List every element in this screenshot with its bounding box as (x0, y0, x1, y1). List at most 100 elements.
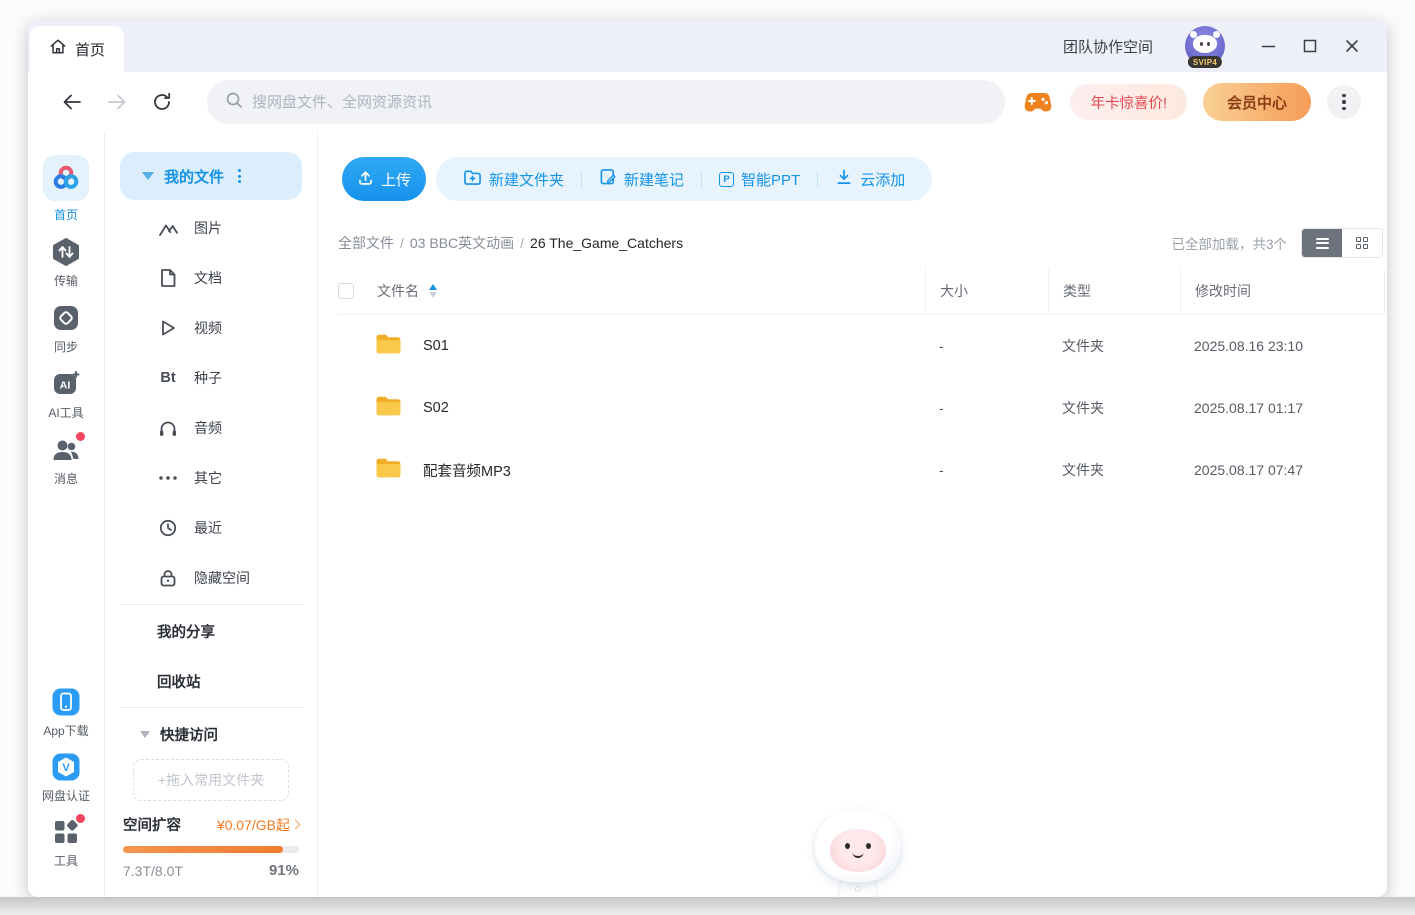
list-view-button[interactable] (1302, 229, 1342, 257)
sidebar-item-documents[interactable]: 文档 (120, 253, 302, 303)
search-icon (225, 91, 243, 114)
maximize-button[interactable] (1289, 31, 1331, 61)
cloud-add-label: 云添加 (860, 169, 905, 190)
sidebar-item-other[interactable]: 其它 (120, 453, 302, 503)
rail-label-app-download: App下载 (43, 722, 88, 739)
breadcrumb-row: 全部文件 / 03 BBC英文动画 / 26 The_Game_Catchers… (338, 228, 1387, 258)
load-status-text: 已全部加载，共3个 (1171, 233, 1287, 253)
sidebar-item-my-files[interactable]: 我的文件 (120, 152, 302, 200)
storage-upgrade-link[interactable]: ¥0.07/GB起 (217, 815, 299, 835)
videos-icon (157, 318, 179, 338)
file-modified: 2025.08.17 01:17 (1180, 400, 1385, 416)
column-header-modified[interactable]: 修改时间 (1180, 268, 1385, 314)
forward-button[interactable] (99, 84, 135, 120)
user-avatar[interactable]: SVIP4 (1185, 26, 1225, 66)
minimize-button[interactable] (1247, 31, 1289, 61)
rail-label-sync: 同步 (54, 338, 78, 355)
torrents-label: 种子 (194, 368, 222, 388)
rail-item-tools[interactable]: 工具 (51, 817, 81, 869)
rail-label-ai-tools: AI工具 (48, 404, 83, 421)
folder-icon (375, 333, 402, 360)
upload-icon (357, 169, 374, 190)
column-header-type[interactable]: 类型 (1048, 268, 1180, 314)
new-note-button[interactable]: 新建笔记 (582, 157, 701, 201)
sync-icon (51, 303, 81, 333)
sidebar-item-pictures[interactable]: 图片 (120, 203, 302, 253)
messages-notification-dot (76, 432, 85, 441)
refresh-button[interactable] (144, 84, 180, 120)
smart-ppt-button[interactable]: P 智能PPT (702, 157, 817, 201)
annual-card-promo-button[interactable]: 年卡惊喜价! (1070, 84, 1187, 120)
more-menu-button[interactable] (1327, 85, 1361, 119)
sidebar-item-audio[interactable]: 音频 (120, 403, 302, 453)
rail-item-home[interactable]: 首页 (43, 155, 89, 223)
table-row[interactable]: S02 - 文件夹 2025.08.17 01:17 (338, 377, 1385, 439)
file-type: 文件夹 (1048, 460, 1180, 480)
my-files-menu-icon[interactable] (234, 165, 245, 187)
browser-bar: 年卡惊喜价! 会员中心 (28, 72, 1387, 132)
breadcrumb-current-folder: 26 The_Game_Catchers (530, 235, 683, 251)
search-input[interactable] (252, 94, 987, 111)
favorite-folder-drop-zone[interactable]: +拖入常用文件夹 (133, 759, 289, 801)
breadcrumb: 全部文件 / 03 BBC英文动画 / 26 The_Game_Catchers (338, 233, 683, 253)
recycle-bin-label: 回收站 (157, 671, 201, 692)
rail-item-messages[interactable]: 消息 (51, 435, 81, 487)
column-header-name[interactable]: 文件名 (377, 281, 419, 301)
file-type: 文件夹 (1048, 336, 1180, 356)
sort-descending-icon (429, 292, 437, 298)
other-label: 其它 (194, 468, 222, 488)
sort-icon[interactable] (429, 284, 437, 298)
app-window: 首页 团队协作空间 SVIP4 (28, 20, 1387, 897)
new-folder-button[interactable]: 新建文件夹 (446, 157, 581, 201)
team-workspace-link[interactable]: 团队协作空间 (1063, 36, 1153, 57)
assistant-mascot[interactable] (812, 809, 904, 897)
titlebar: 首页 团队协作空间 SVIP4 (28, 20, 1387, 72)
sidebar-item-torrents[interactable]: Bt 种子 (120, 353, 302, 403)
file-type: 文件夹 (1048, 398, 1180, 418)
other-icon (157, 468, 179, 488)
rail-item-verification[interactable]: V 网盘认证 (42, 752, 90, 804)
tab-home[interactable]: 首页 (30, 26, 124, 72)
recent-label: 最近 (194, 518, 222, 538)
file-name: 配套音频MP3 (423, 460, 511, 481)
sidebar-item-recent[interactable]: 最近 (120, 503, 302, 553)
table-row[interactable]: 配套音频MP3 - 文件夹 2025.08.17 07:47 (338, 439, 1385, 501)
cloud-add-button[interactable]: 云添加 (818, 157, 922, 201)
back-button[interactable] (54, 84, 90, 120)
breadcrumb-separator: / (400, 235, 404, 251)
close-button[interactable] (1331, 31, 1373, 61)
create-actions-group: 新建文件夹 新建笔记 P 智能PPT (436, 157, 932, 201)
drop-zone-hint: +拖入常用文件夹 (158, 770, 264, 790)
main-content: 上传 新建文件夹 新建笔记 (318, 132, 1387, 897)
hidden-space-label: 隐藏空间 (194, 568, 250, 588)
recent-icon (157, 518, 179, 538)
window-bottom-shadow (0, 897, 1415, 915)
storage-usage-text: 7.3T/8.0T (123, 863, 183, 879)
rail-item-sync[interactable]: 同步 (51, 303, 81, 355)
messages-icon (51, 435, 81, 465)
sidebar-item-videos[interactable]: 视频 (120, 303, 302, 353)
grid-view-button[interactable] (1342, 229, 1382, 257)
sidebar-item-hidden-space[interactable]: 隐藏空间 (120, 553, 302, 603)
rail-item-transfer[interactable]: 传输 (51, 237, 81, 289)
nav-rail: 首页 传输 同步 (28, 132, 105, 897)
game-center-icon[interactable] (1020, 87, 1056, 117)
sidebar-item-recycle-bin[interactable]: 回收站 (120, 656, 302, 706)
select-all-checkbox[interactable] (338, 283, 354, 299)
smart-ppt-label: 智能PPT (741, 169, 800, 190)
rail-label-tools: 工具 (54, 852, 78, 869)
breadcrumb-parent-folder[interactable]: 03 BBC英文动画 (410, 233, 514, 253)
file-name: S02 (423, 400, 449, 416)
sort-ascending-icon (429, 284, 437, 290)
search-bar[interactable] (207, 80, 1005, 124)
rail-item-ai-tools[interactable]: AI AI工具 (48, 369, 83, 421)
breadcrumb-all-files[interactable]: 全部文件 (338, 233, 394, 253)
table-row[interactable]: S01 - 文件夹 2025.08.16 23:10 (338, 315, 1385, 377)
sidebar-item-quick-access[interactable]: 快捷访问 (120, 709, 302, 759)
column-header-size[interactable]: 大小 (925, 268, 1048, 314)
rail-item-app-download[interactable]: App下载 (43, 687, 88, 739)
sidebar-item-my-shares[interactable]: 我的分享 (120, 606, 302, 656)
member-center-button[interactable]: 会员中心 (1203, 83, 1311, 121)
videos-label: 视频 (194, 318, 222, 338)
upload-button[interactable]: 上传 (342, 157, 426, 201)
